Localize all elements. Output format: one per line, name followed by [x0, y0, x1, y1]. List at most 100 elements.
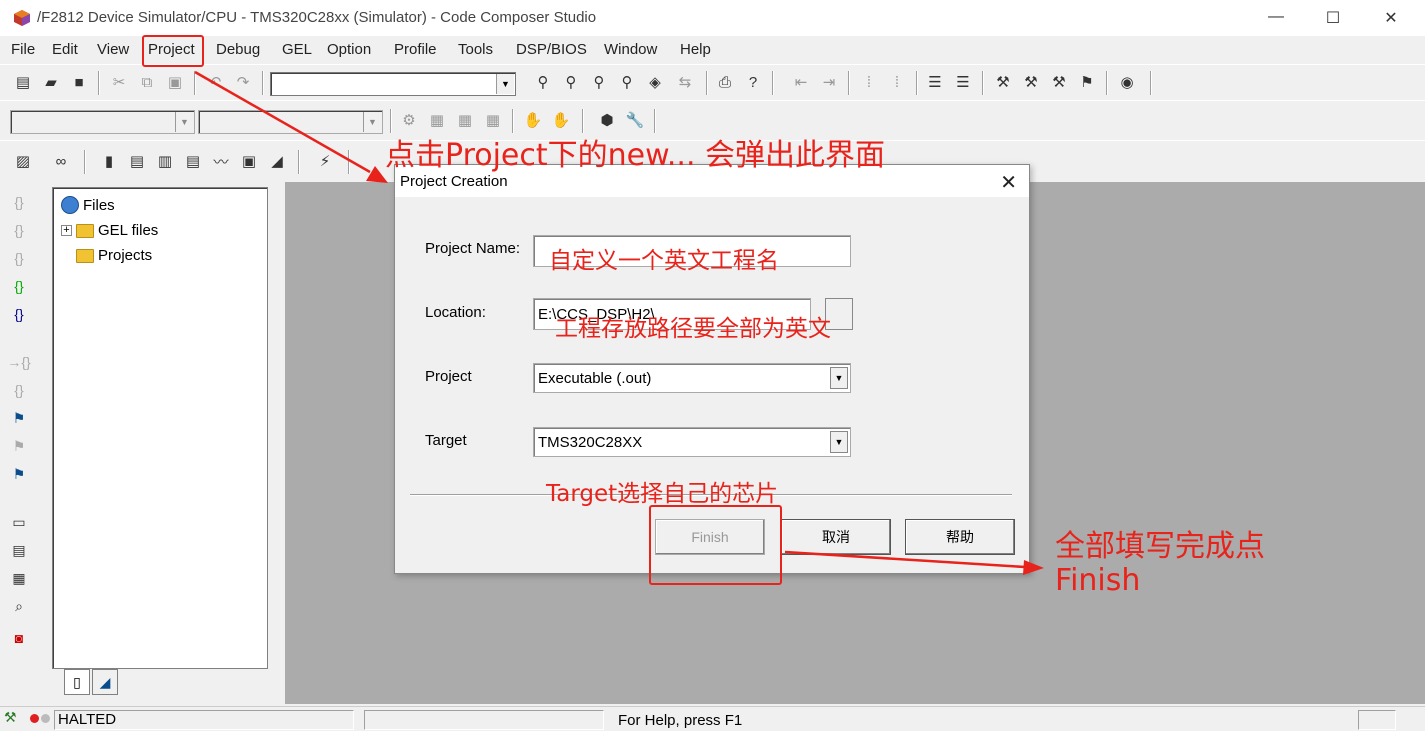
clear-bookmarks-icon[interactable]: ⁞ [886, 71, 908, 93]
run-to-cursor-icon[interactable]: {} [6, 274, 32, 298]
app-icon [14, 10, 30, 26]
bookmark-icon: ◢ [99, 673, 111, 690]
image-icon[interactable]: ▣ [238, 150, 260, 172]
breakpoint-list-icon[interactable]: ⌕ [6, 594, 32, 618]
registers-icon[interactable]: ▤ [126, 150, 148, 172]
menu-edit[interactable]: Edit [52, 41, 78, 58]
cancel-button[interactable]: 取消 [781, 519, 891, 555]
project-type-label: Project [425, 368, 472, 385]
menu-window[interactable]: Window [604, 41, 657, 58]
undo-icon[interactable]: ↶ [204, 71, 226, 93]
asm-step-icon[interactable]: →{} [6, 350, 32, 374]
menu-gel[interactable]: GEL [282, 41, 312, 58]
list-alt-icon[interactable]: ☰ [952, 71, 974, 93]
memory-window-icon[interactable]: ▤ [6, 538, 32, 562]
indent-icon[interactable]: ⇥ [818, 71, 840, 93]
graph-icon[interactable]: 〰 [210, 150, 232, 172]
cut-icon[interactable]: ✂ [108, 71, 130, 93]
step-into-icon[interactable]: {} [6, 190, 32, 214]
maximize-button[interactable]: ☐ [1323, 8, 1343, 28]
stop-icon[interactable]: ▦ [482, 109, 504, 131]
target-status-icon: ⚒ [4, 709, 17, 725]
target-select[interactable]: TMS320C28XX ▼ [533, 427, 851, 457]
chevron-down-icon: ▼ [363, 112, 381, 132]
copy-icon[interactable]: ⧉ [136, 71, 158, 93]
search-combo[interactable]: ▼ [270, 72, 516, 96]
dialog-close-button[interactable]: ✕ [1000, 170, 1017, 195]
chart-icon[interactable]: ▨ [12, 150, 34, 172]
menu-bar: File Edit View Project Debug GEL Option … [0, 36, 1425, 64]
tree-item-projects[interactable]: Projects [76, 247, 152, 264]
tree-root-files[interactable]: Files [61, 196, 115, 214]
context-help-icon[interactable]: ? [742, 71, 764, 93]
incremental-build-icon[interactable]: ▦ [426, 109, 448, 131]
bookmark-view-tab[interactable]: ◢ [92, 669, 118, 695]
menu-debug[interactable]: Debug [216, 41, 260, 58]
find-icon[interactable]: ⚲ [532, 71, 554, 93]
save-icon[interactable]: ■ [68, 71, 90, 93]
tree-item-gel-files[interactable]: + GEL files [61, 222, 158, 239]
animate-icon[interactable]: ⚑ [6, 462, 32, 486]
quick-watch-icon[interactable]: ▦ [6, 566, 32, 590]
file-view-tab[interactable]: ▯ [64, 669, 90, 695]
menu-file[interactable]: File [11, 41, 35, 58]
chevron-down-icon: ▼ [830, 431, 848, 453]
menu-tools[interactable]: Tools [458, 41, 493, 58]
call-stack-icon[interactable]: ▤ [182, 150, 204, 172]
bookmark-nav-icon[interactable]: ⇆ [674, 71, 696, 93]
hexagon-icon[interactable]: ⬢ [596, 109, 618, 131]
new-file-icon[interactable]: ▤ [12, 71, 34, 93]
menu-view[interactable]: View [97, 41, 129, 58]
build-all-icon[interactable]: ⚒ [1048, 71, 1070, 93]
menu-option[interactable]: Option [327, 41, 371, 58]
hand-clear-icon[interactable]: ✋ [550, 109, 572, 131]
help-button[interactable]: 帮助 [905, 519, 1015, 555]
find-prev-icon[interactable]: ⚲ [588, 71, 610, 93]
annotation-location-hint: 工程存放路径要全部为英文 [555, 316, 831, 342]
halt-icon[interactable]: ⚑ [6, 434, 32, 458]
watch-window-icon[interactable]: ▭ [6, 510, 32, 534]
watch-icon[interactable]: ∞ [50, 150, 72, 172]
run-free-icon[interactable]: ⚑ [6, 406, 32, 430]
paste-icon[interactable]: ▣ [164, 71, 186, 93]
probe-icon[interactable]: ◉ [1116, 71, 1138, 93]
probe-point-icon[interactable]: ⚡ [314, 150, 336, 172]
toggle-bookmark-icon[interactable]: ⁞ [858, 71, 880, 93]
run-icon[interactable]: {} [6, 302, 32, 326]
rebuild-all-icon[interactable]: ▦ [454, 109, 476, 131]
wrench-icon[interactable]: 🔧 [624, 109, 646, 131]
disassembly-icon[interactable]: ▥ [154, 150, 176, 172]
find-in-files-icon[interactable]: ⚲ [616, 71, 638, 93]
step-over-icon[interactable]: {} [6, 218, 32, 242]
folder-icon [76, 223, 94, 238]
memory-icon[interactable]: ▮ [98, 150, 120, 172]
expand-icon[interactable]: + [61, 225, 72, 236]
project-type-select[interactable]: Executable (.out) ▼ [533, 363, 851, 393]
asm-step-over-icon[interactable]: {} [6, 378, 32, 402]
menu-help[interactable]: Help [680, 41, 711, 58]
close-window-button[interactable]: ✕ [1381, 8, 1401, 28]
compile-icon[interactable]: ⚙ [398, 109, 420, 131]
profile-icon[interactable]: ◢ [266, 150, 288, 172]
annotation-top: 点击Project下的new... 会弹出此界面 [385, 138, 886, 173]
menu-profile[interactable]: Profile [394, 41, 437, 58]
bookmark-icon[interactable]: ◈ [644, 71, 666, 93]
menu-dsp-bios[interactable]: DSP/BIOS [516, 41, 587, 58]
build-icon[interactable]: ⚒ [992, 71, 1014, 93]
list-icon[interactable]: ☰ [924, 71, 946, 93]
hand-icon[interactable]: ✋ [522, 109, 544, 131]
project-combo[interactable]: ▼ [10, 110, 195, 134]
step-out-icon[interactable]: {} [6, 246, 32, 270]
dialog-title: Project Creation [400, 173, 508, 190]
redo-icon[interactable]: ↷ [232, 71, 254, 93]
rebuild-icon[interactable]: ⚒ [1020, 71, 1042, 93]
print-icon[interactable]: ⎙ [714, 71, 736, 93]
stop-build-icon[interactable]: ⚑ [1076, 71, 1098, 93]
breakpoint-icon[interactable]: ◙ [6, 626, 32, 650]
config-combo[interactable]: ▼ [198, 110, 383, 134]
outdent-icon[interactable]: ⇤ [790, 71, 812, 93]
location-label: Location: [425, 304, 486, 321]
open-folder-icon[interactable]: ▰ [40, 71, 62, 93]
minimize-button[interactable]: — [1266, 8, 1286, 26]
find-next-icon[interactable]: ⚲ [560, 71, 582, 93]
